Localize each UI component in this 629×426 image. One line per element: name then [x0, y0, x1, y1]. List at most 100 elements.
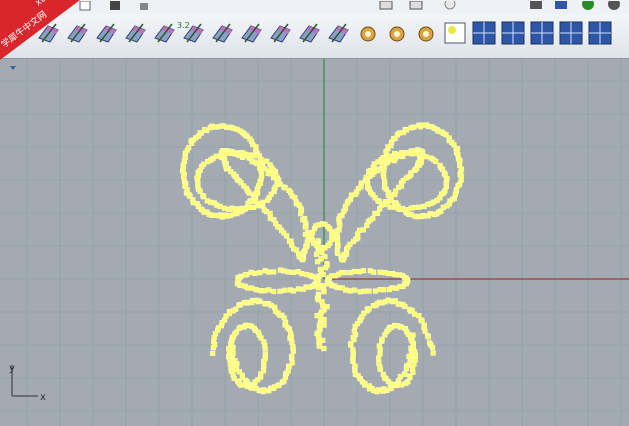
control-point[interactable]	[236, 277, 240, 281]
control-point[interactable]	[322, 290, 326, 294]
layout-single-icon[interactable]	[471, 20, 497, 46]
control-point[interactable]	[181, 166, 185, 170]
control-point[interactable]	[351, 348, 355, 352]
control-point[interactable]	[385, 202, 389, 206]
control-point[interactable]	[324, 266, 328, 270]
control-point[interactable]	[304, 272, 308, 276]
control-point[interactable]	[339, 257, 343, 261]
control-point[interactable]	[249, 270, 253, 274]
control-point[interactable]	[367, 384, 371, 388]
control-point[interactable]	[261, 200, 265, 204]
control-point[interactable]	[459, 167, 463, 171]
control-point[interactable]	[377, 344, 381, 348]
control-point[interactable]	[291, 344, 295, 348]
perspective-viewport[interactable]: yx	[0, 59, 629, 426]
control-point[interactable]	[413, 151, 417, 155]
control-point[interactable]	[405, 151, 409, 155]
control-point[interactable]	[388, 154, 392, 158]
control-point[interactable]	[261, 369, 265, 373]
control-point[interactable]	[300, 257, 304, 261]
viewport-ghost-icon[interactable]	[94, 20, 120, 46]
control-point[interactable]	[430, 345, 434, 349]
control-point[interactable]	[246, 286, 250, 290]
control-point[interactable]	[293, 195, 297, 199]
control-point[interactable]	[375, 211, 379, 215]
control-point[interactable]	[316, 286, 320, 290]
control-point[interactable]	[211, 351, 215, 355]
control-point[interactable]	[317, 344, 321, 348]
layout-grid-icon[interactable]	[529, 20, 555, 46]
control-point[interactable]	[381, 372, 385, 376]
control-point[interactable]	[344, 252, 348, 256]
control-point[interactable]	[291, 270, 295, 274]
control-point[interactable]	[408, 357, 412, 361]
render-gear2-icon[interactable]	[355, 20, 381, 46]
layout-mixed-icon[interactable]	[587, 20, 613, 46]
control-point[interactable]	[259, 157, 263, 161]
control-point[interactable]	[283, 320, 287, 324]
control-point[interactable]	[230, 206, 234, 210]
control-point[interactable]	[296, 287, 300, 291]
control-point[interactable]	[404, 128, 408, 132]
control-point[interactable]	[340, 286, 344, 290]
control-point[interactable]	[287, 270, 291, 274]
control-point[interactable]	[431, 351, 435, 355]
control-point[interactable]	[376, 356, 380, 360]
control-point[interactable]	[408, 375, 412, 379]
control-point[interactable]	[250, 300, 254, 304]
control-point[interactable]	[361, 269, 365, 273]
control-point[interactable]	[218, 204, 222, 208]
control-point[interactable]	[278, 268, 282, 272]
render-gear-icon[interactable]	[326, 20, 352, 46]
control-point[interactable]	[434, 159, 438, 163]
control-point[interactable]	[420, 214, 424, 218]
control-point[interactable]	[343, 270, 347, 274]
control-point[interactable]	[211, 345, 215, 349]
control-point[interactable]	[371, 216, 375, 220]
control-point[interactable]	[296, 270, 300, 274]
control-point[interactable]	[381, 156, 385, 160]
control-point[interactable]	[352, 329, 356, 333]
control-point[interactable]	[247, 153, 251, 157]
light-icon[interactable]	[413, 20, 439, 46]
viewport-pen-icon[interactable]	[210, 20, 236, 46]
layout-quad-icon[interactable]	[500, 20, 526, 46]
control-point[interactable]	[302, 250, 306, 254]
viewport-raytrace-icon[interactable]	[268, 20, 294, 46]
control-point[interactable]	[262, 388, 266, 392]
control-point[interactable]	[290, 361, 294, 365]
control-point[interactable]	[272, 289, 276, 293]
control-point[interactable]	[229, 341, 233, 345]
control-point[interactable]	[213, 213, 217, 217]
control-point[interactable]	[373, 289, 377, 293]
render-settings-icon[interactable]	[297, 20, 323, 46]
control-point[interactable]	[422, 204, 426, 208]
control-point[interactable]	[358, 290, 362, 294]
control-point[interactable]	[283, 288, 287, 292]
control-point[interactable]	[322, 346, 326, 350]
top-toolbar-icons[interactable]	[0, 1, 629, 14]
control-point[interactable]	[357, 270, 361, 274]
control-point[interactable]	[433, 212, 437, 216]
control-point[interactable]	[417, 313, 421, 317]
control-point[interactable]	[254, 288, 258, 292]
control-point[interactable]	[417, 205, 421, 209]
control-point[interactable]	[250, 286, 254, 290]
control-point[interactable]	[348, 289, 352, 293]
control-point[interactable]	[380, 337, 384, 341]
control-point[interactable]	[243, 207, 247, 211]
control-point[interactable]	[259, 164, 263, 168]
control-point[interactable]	[278, 289, 282, 293]
control-point[interactable]	[402, 372, 406, 376]
control-point[interactable]	[316, 281, 320, 285]
control-point[interactable]	[267, 288, 271, 292]
control-point[interactable]	[404, 366, 408, 370]
control-point[interactable]	[299, 212, 303, 216]
control-point[interactable]	[394, 286, 398, 290]
control-point[interactable]	[458, 158, 462, 162]
viewport-menu-icon[interactable]	[0, 60, 20, 72]
control-point[interactable]	[372, 270, 376, 274]
control-point[interactable]	[338, 223, 342, 227]
control-point[interactable]	[272, 270, 276, 274]
control-point[interactable]	[404, 381, 408, 385]
